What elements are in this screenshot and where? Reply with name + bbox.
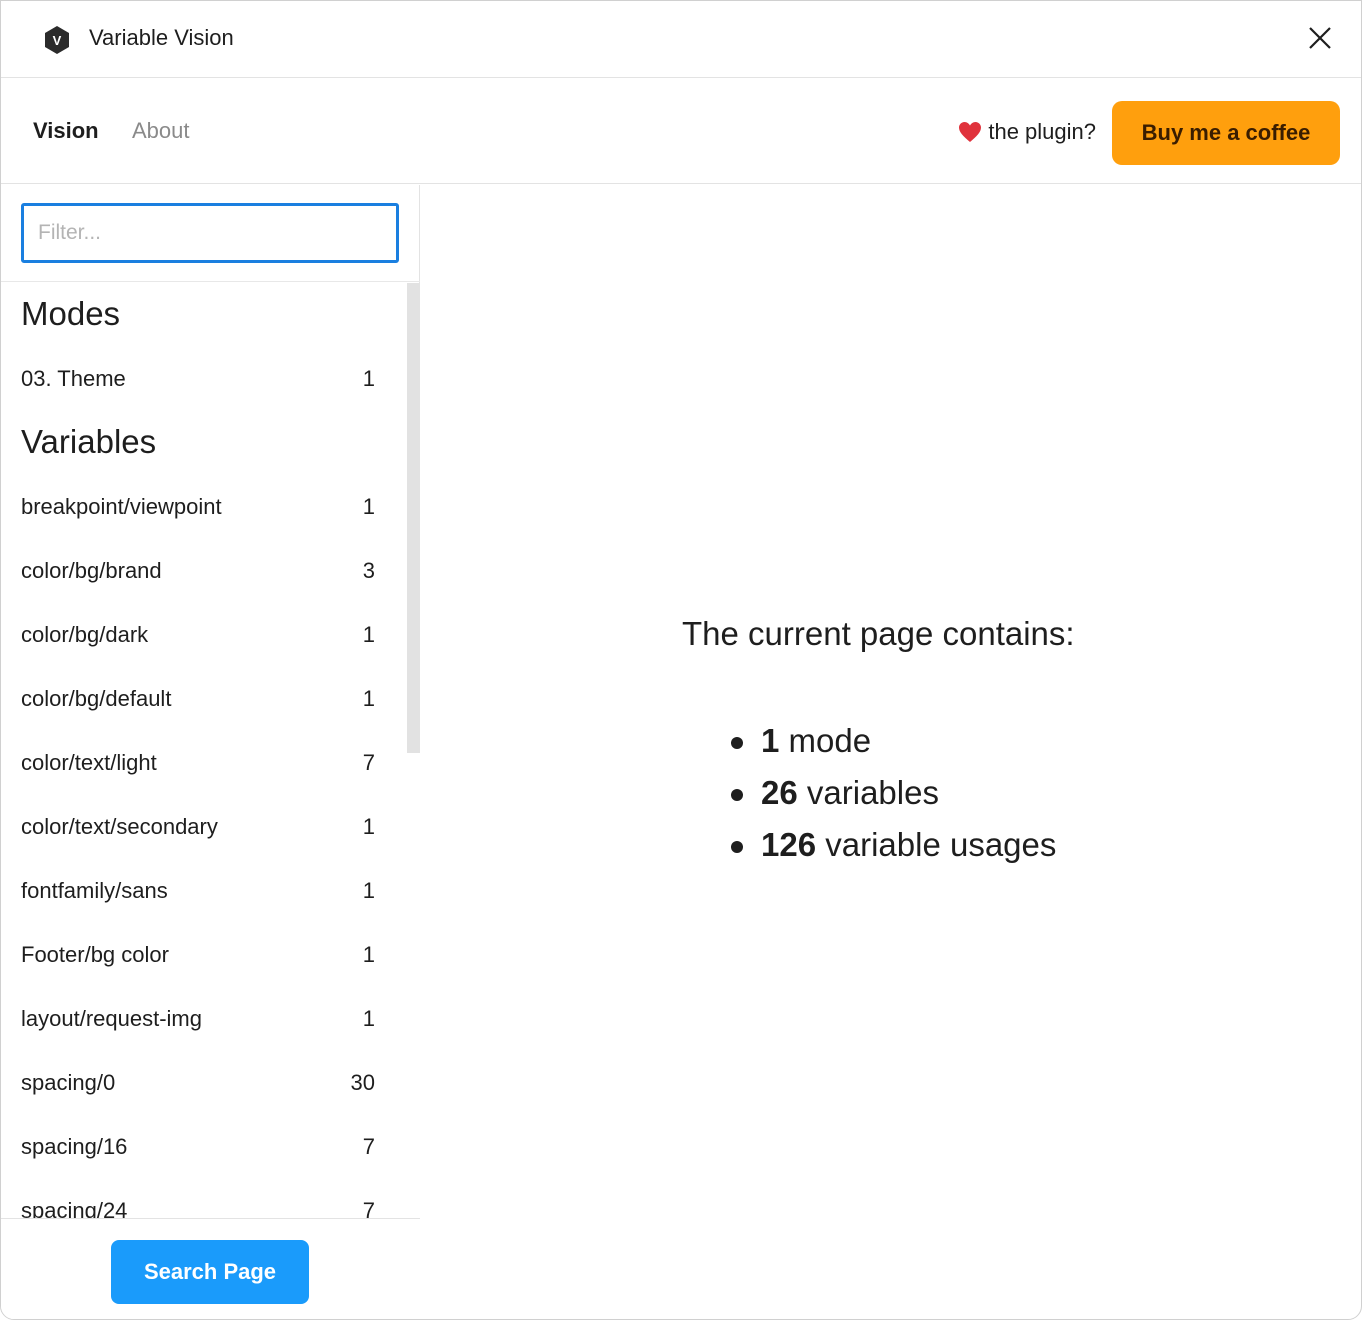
list-item-count: 1 <box>362 686 375 711</box>
list-item[interactable]: spacing/24 7 <box>21 1191 375 1218</box>
search-page-button[interactable]: Search Page <box>111 1240 309 1304</box>
list-item-count: 1 <box>362 366 375 391</box>
list-item[interactable]: fontfamily/sans 1 <box>21 871 375 911</box>
list-item-name: breakpoint/viewpoint <box>21 494 222 519</box>
list-item-count: 1 <box>362 622 375 647</box>
list-item[interactable]: color/bg/default 1 <box>21 679 375 719</box>
list-item[interactable]: Footer/bg color 1 <box>21 935 375 975</box>
list-item-count: 3 <box>362 558 375 583</box>
summary-item-modes: 1 mode <box>731 715 1056 767</box>
buy-me-a-coffee-button[interactable]: Buy me a coffee <box>1112 101 1340 165</box>
title-bar: V Variable Vision <box>1 1 1361 78</box>
list-item-name: fontfamily/sans <box>21 878 168 903</box>
list-item-count: 7 <box>362 1198 375 1218</box>
summary-label: mode <box>788 722 872 759</box>
summary-label: variable usages <box>825 826 1057 863</box>
list-item-mode[interactable]: 03. Theme 1 <box>21 359 375 399</box>
list-item-name: color/bg/default <box>21 686 172 711</box>
list-item[interactable]: layout/request-img 1 <box>21 999 375 1039</box>
filter-input[interactable] <box>21 203 399 263</box>
scrollbar-thumb[interactable] <box>407 283 420 753</box>
filter-container <box>1 185 420 282</box>
variables-heading: Variables <box>21 423 157 460</box>
list-item-count: 1 <box>362 494 375 519</box>
summary-item-usages: 126 variable usages <box>731 819 1056 871</box>
tab-about[interactable]: About <box>132 118 190 144</box>
support-prompt: the plugin? <box>958 119 1096 145</box>
list-item[interactable]: color/text/light 7 <box>21 743 375 783</box>
list-item-count: 1 <box>362 878 375 903</box>
list-item[interactable]: breakpoint/viewpoint 1 <box>21 487 375 527</box>
summary-value: 1 <box>761 722 780 759</box>
summary-value: 26 <box>761 774 798 811</box>
summary-title: The current page contains: <box>682 615 1075 652</box>
sidebar-footer: Search Page <box>1 1218 420 1319</box>
main-panel: The current page contains: 1 mode 26 var… <box>421 185 1361 1319</box>
list-item-count: 1 <box>362 1006 375 1031</box>
list-item[interactable]: spacing/0 30 <box>21 1063 375 1103</box>
hexagon-v-logo-icon: V <box>45 26 69 54</box>
list-item[interactable]: color/bg/dark 1 <box>21 615 375 655</box>
sidebar: Modes 03. Theme 1 Variables breakpoint/v… <box>1 185 420 1319</box>
list-item-name: layout/request-img <box>21 1006 202 1031</box>
list-item-name: spacing/16 <box>21 1134 128 1159</box>
list-item-count: 1 <box>362 814 375 839</box>
list-item[interactable]: color/text/secondary 1 <box>21 807 375 847</box>
svg-text:V: V <box>53 33 62 48</box>
list-item-name: 03. Theme <box>21 366 126 391</box>
list-item-name: spacing/24 <box>21 1198 128 1218</box>
summary-list: 1 mode 26 variables 126 variable usages <box>731 715 1056 871</box>
summary-item-variables: 26 variables <box>731 767 1056 819</box>
tab-vision[interactable]: Vision <box>33 118 99 144</box>
list-item-count: 30 <box>350 1070 375 1095</box>
list-item-name: color/text/secondary <box>21 814 218 839</box>
summary-value: 126 <box>761 826 817 863</box>
list-item-name: spacing/0 <box>21 1070 116 1095</box>
list-item-count: 7 <box>362 1134 375 1159</box>
variable-list[interactable]: Modes 03. Theme 1 Variables breakpoint/v… <box>1 283 420 1218</box>
list-item-name: color/text/light <box>21 750 157 775</box>
close-icon[interactable] <box>1305 23 1335 53</box>
list-item-count: 7 <box>362 750 375 775</box>
summary-label: variables <box>806 774 939 811</box>
header: Vision About the plugin? Buy me a coffee <box>1 78 1361 184</box>
list-item-name: Footer/bg color <box>21 942 169 967</box>
plugin-window: V Variable Vision Vision About the plugi… <box>0 0 1362 1320</box>
heart-icon <box>959 122 982 142</box>
modes-heading: Modes <box>21 295 121 332</box>
support-prompt-text: the plugin? <box>988 119 1096 144</box>
list-item[interactable]: color/bg/brand 3 <box>21 551 375 591</box>
list-item-name: color/bg/brand <box>21 558 162 583</box>
list-item-name: color/bg/dark <box>21 622 149 647</box>
app-title: Variable Vision <box>89 25 234 50</box>
list-item-count: 1 <box>362 942 375 967</box>
list-item[interactable]: spacing/16 7 <box>21 1127 375 1167</box>
